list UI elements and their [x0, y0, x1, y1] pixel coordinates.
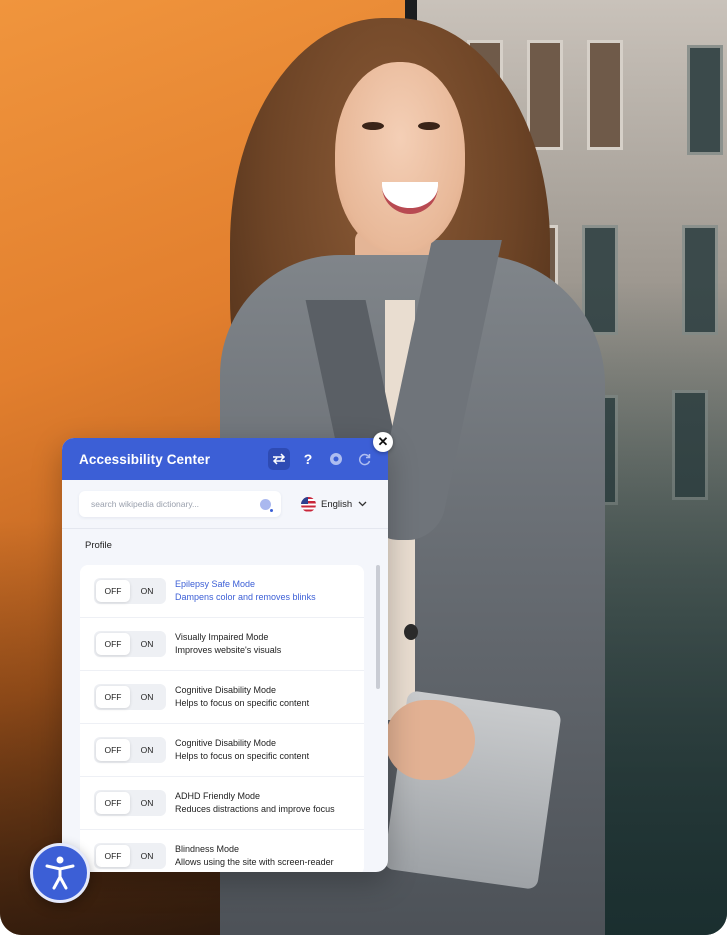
toggle-off-button[interactable]: OFF [96, 845, 130, 867]
profile-mode-row: OFF ON Epilepsy Safe Mode Dampens color … [80, 565, 364, 618]
toggle-on-button[interactable]: ON [130, 745, 164, 755]
language-selector[interactable]: English [301, 496, 367, 512]
chevron-down-icon [358, 499, 367, 510]
eye-icon[interactable] [326, 449, 346, 469]
profile-mode-row: OFF ON Cognitive Disability Mode Helps t… [80, 724, 364, 777]
mode-toggle[interactable]: OFF ON [94, 684, 166, 710]
help-icon[interactable]: ? [298, 449, 318, 469]
mode-description: Helps to focus on specific content [175, 751, 310, 761]
mode-title: ADHD Friendly Mode [175, 791, 261, 801]
mode-description: Dampens color and removes blinks [175, 592, 316, 602]
profile-label: Profile [85, 540, 112, 551]
mode-toggle[interactable]: OFF ON [94, 843, 166, 869]
language-label: English [321, 498, 353, 510]
panel-header: Accessibility Center ? [62, 438, 388, 480]
toggle-on-button[interactable]: ON [130, 798, 164, 808]
mode-title: Cognitive Disability Mode [175, 738, 277, 748]
mode-toggle[interactable]: OFF ON [94, 737, 166, 763]
blazer-button [404, 624, 418, 640]
mode-description: Helps to focus on specific content [175, 698, 310, 708]
profile-mode-row: OFF ON Blindness Mode Allows using the s… [80, 830, 364, 872]
list-scrollbar[interactable] [376, 565, 380, 689]
toggle-off-button[interactable]: OFF [96, 739, 130, 761]
refresh-icon[interactable] [354, 449, 374, 469]
accessibility-panel: Accessibility Center ? English Profile [62, 438, 388, 872]
mode-description: Improves website's visuals [175, 645, 282, 655]
mode-toggle[interactable]: OFF ON [94, 631, 166, 657]
search-row: English [62, 480, 388, 529]
search-box [79, 491, 281, 517]
accessibility-person-icon[interactable] [30, 843, 90, 903]
profile-mode-row: OFF ON ADHD Friendly Mode Reduces distra… [80, 777, 364, 830]
close-icon[interactable]: ✕ [373, 432, 393, 452]
profile-mode-row: OFF ON Visually Impaired Mode Improves w… [80, 618, 364, 671]
profile-mode-list: OFF ON Epilepsy Safe Mode Dampens color … [80, 565, 364, 872]
panel-title: Accessibility Center [79, 451, 211, 467]
toggle-on-button[interactable]: ON [130, 692, 164, 702]
mode-title: Visually Impaired Mode [175, 632, 269, 642]
profile-mode-row: OFF ON Cognitive Disability Mode Helps t… [80, 671, 364, 724]
toggle-on-button[interactable]: ON [130, 639, 164, 649]
mode-title: Epilepsy Safe Mode [175, 579, 256, 589]
mode-toggle[interactable]: OFF ON [94, 578, 166, 604]
toggle-off-button[interactable]: OFF [96, 686, 130, 708]
face [335, 62, 465, 252]
mode-description: Allows using the site with screen-reader [175, 857, 334, 867]
mode-title: Cognitive Disability Mode [175, 685, 277, 695]
us-flag-icon [301, 496, 316, 512]
mode-toggle[interactable]: OFF ON [94, 790, 166, 816]
search-input[interactable] [91, 499, 260, 509]
swap-arrows-icon[interactable] [268, 448, 290, 470]
toggle-on-button[interactable]: ON [130, 586, 164, 596]
mode-title: Blindness Mode [175, 844, 240, 854]
toggle-off-button[interactable]: OFF [96, 792, 130, 814]
toggle-off-button[interactable]: OFF [96, 633, 130, 655]
search-icon[interactable] [260, 498, 273, 512]
toggle-off-button[interactable]: OFF [96, 580, 130, 602]
toggle-on-button[interactable]: ON [130, 851, 164, 861]
mode-description: Reduces distractions and improve focus [175, 804, 335, 814]
